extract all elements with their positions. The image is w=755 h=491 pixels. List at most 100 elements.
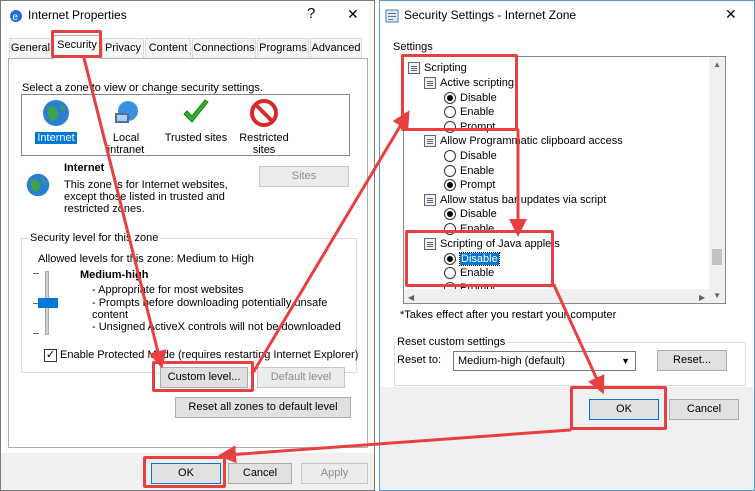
zone-description-line: restricted zones. <box>64 203 145 215</box>
settings-group-icon <box>408 62 420 75</box>
settings-tree[interactable]: Scripting Active scripting Disable Enabl… <box>403 56 726 304</box>
radio-button[interactable] <box>444 223 456 236</box>
scroll-down-arrow-icon[interactable]: ▼ <box>713 291 721 300</box>
zone-description-line: This zone is for Internet websites, <box>64 179 228 191</box>
checkmark-icon <box>183 99 209 123</box>
zone-internet[interactable]: Internet <box>31 98 81 144</box>
radio-label: Prompt <box>460 179 496 191</box>
settings-item-icon <box>424 194 436 207</box>
scrollbar-thumb[interactable] <box>712 249 722 265</box>
radio-java-applets-disable[interactable]: Disable <box>444 252 500 267</box>
sites-button[interactable]: Sites <box>259 166 349 187</box>
radio-active-scripting-prompt[interactable]: Prompt <box>444 120 495 135</box>
radio-button[interactable] <box>444 165 456 178</box>
intranet-icon <box>115 101 138 123</box>
settings-item-icon <box>424 77 436 90</box>
level-bullet: - Prompts before downloading potentially… <box>92 297 328 309</box>
tab-privacy[interactable]: Privacy <box>102 38 144 58</box>
ie-logo-icon: e <box>10 10 22 23</box>
scroll-left-arrow-icon[interactable]: ◀ <box>408 293 414 302</box>
radio-status-bar-enable[interactable]: Enable <box>444 222 494 237</box>
zone-trusted-sites[interactable]: Trusted sites <box>164 98 228 144</box>
slider-tick <box>33 273 39 274</box>
title-bar[interactable]: Security Settings - Internet Zone ✕ <box>380 1 754 31</box>
tab-general[interactable]: General <box>9 38 52 58</box>
level-bullet: - Unsigned ActiveX controls will not be … <box>92 321 341 333</box>
default-level-button[interactable]: Default level <box>257 367 345 388</box>
tree-setting-status-bar[interactable]: Allow status bar updates via script <box>424 193 606 208</box>
tree-label: Scripting <box>424 62 467 74</box>
slider-tick <box>33 333 39 334</box>
settings-label: Settings <box>393 41 433 53</box>
radio-active-scripting-enable[interactable]: Enable <box>444 105 494 120</box>
settings-window-icon <box>385 9 399 23</box>
close-icon[interactable]: ✕ <box>725 5 737 23</box>
tab-connections[interactable]: Connections <box>192 38 256 58</box>
radio-active-scripting-disable[interactable]: Disable <box>444 91 497 106</box>
radio-label: Disable <box>460 92 497 104</box>
tree-label: Scripting of Java applets <box>440 238 560 250</box>
restart-note: *Takes effect after you restart your com… <box>400 309 617 321</box>
reset-all-zones-button[interactable]: Reset all zones to default level <box>175 397 351 418</box>
radio-java-applets-enable[interactable]: Enable <box>444 266 494 281</box>
reset-to-dropdown[interactable]: Medium-high (default) ▼ <box>453 351 636 371</box>
tree-group-scripting[interactable]: Scripting <box>408 61 467 76</box>
radio-button[interactable] <box>444 179 456 192</box>
globe-icon <box>26 173 50 197</box>
close-icon[interactable]: ✕ <box>347 5 359 23</box>
radio-clipboard-prompt[interactable]: Prompt <box>444 178 495 193</box>
zone-local-intranet[interactable]: Local intranet <box>93 98 159 156</box>
zone-description-line: except those listed in trusted and <box>64 191 225 203</box>
horizontal-scrollbar[interactable] <box>404 289 711 303</box>
vertical-scrollbar[interactable] <box>709 57 725 303</box>
globe-icon <box>43 100 69 126</box>
cancel-button[interactable]: Cancel <box>669 399 739 420</box>
radio-clipboard-disable[interactable]: Disable <box>444 149 497 164</box>
scroll-up-arrow-icon[interactable]: ▲ <box>713 60 721 69</box>
tab-advanced[interactable]: Advanced <box>310 38 362 58</box>
tree-setting-active-scripting[interactable]: Active scripting <box>424 76 514 91</box>
ok-button[interactable]: OK <box>151 463 221 484</box>
level-bullet: - Appropriate for most websites <box>92 284 244 296</box>
radio-button[interactable] <box>444 92 456 105</box>
radio-button[interactable] <box>444 150 456 163</box>
radio-button[interactable] <box>444 267 456 280</box>
zone-label: Trusted sites <box>164 132 228 144</box>
radio-button[interactable] <box>444 106 456 119</box>
tab-security[interactable]: Security <box>53 35 101 59</box>
radio-status-bar-disable[interactable]: Disable <box>444 207 497 222</box>
svg-text:e: e <box>13 12 19 23</box>
ok-button[interactable]: OK <box>589 399 659 420</box>
cancel-button[interactable]: Cancel <box>228 463 292 484</box>
protected-mode-checkbox[interactable]: ✓ <box>44 349 57 362</box>
window-title: Security Settings - Internet Zone <box>404 8 577 22</box>
tab-content[interactable]: Content <box>145 38 191 58</box>
radio-button[interactable] <box>444 208 456 221</box>
zone-restricted-sites[interactable]: Restricted sites <box>234 98 294 156</box>
reset-to-label: Reset to: <box>397 354 442 366</box>
slider-tick <box>33 303 39 304</box>
title-bar[interactable]: e Internet Properties ? ✕ <box>1 1 374 31</box>
restricted-icon <box>250 99 278 127</box>
tree-setting-clipboard-access[interactable]: Allow Programmatic clipboard access <box>424 134 623 149</box>
tab-programs[interactable]: Programs <box>257 38 309 58</box>
level-bullet: content <box>92 309 129 321</box>
allowed-levels-text: Allowed levels for this zone: Medium to … <box>38 253 254 265</box>
tree-setting-java-applets[interactable]: Scripting of Java applets <box>424 237 560 252</box>
help-button[interactable]: ? <box>307 5 315 23</box>
apply-button[interactable]: Apply <box>301 463 368 484</box>
scroll-right-arrow-icon[interactable]: ▶ <box>699 293 705 302</box>
tree-label: Active scripting <box>440 77 514 89</box>
radio-button[interactable] <box>444 121 456 134</box>
custom-level-button[interactable]: Custom level... <box>160 367 248 388</box>
level-name: Medium-high <box>80 269 149 281</box>
radio-button[interactable] <box>444 253 456 266</box>
protected-mode-label[interactable]: Enable Protected Mode (requires restarti… <box>60 349 358 361</box>
internet-properties-window: e Internet Properties ? ✕ General Securi… <box>0 0 375 491</box>
security-slider-thumb[interactable] <box>38 298 58 308</box>
radio-label: Disable <box>460 208 497 220</box>
zone-label: Local intranet <box>107 132 145 156</box>
reset-button[interactable]: Reset... <box>657 350 727 371</box>
zone-heading: Internet <box>64 162 105 174</box>
radio-clipboard-enable[interactable]: Enable <box>444 164 494 179</box>
